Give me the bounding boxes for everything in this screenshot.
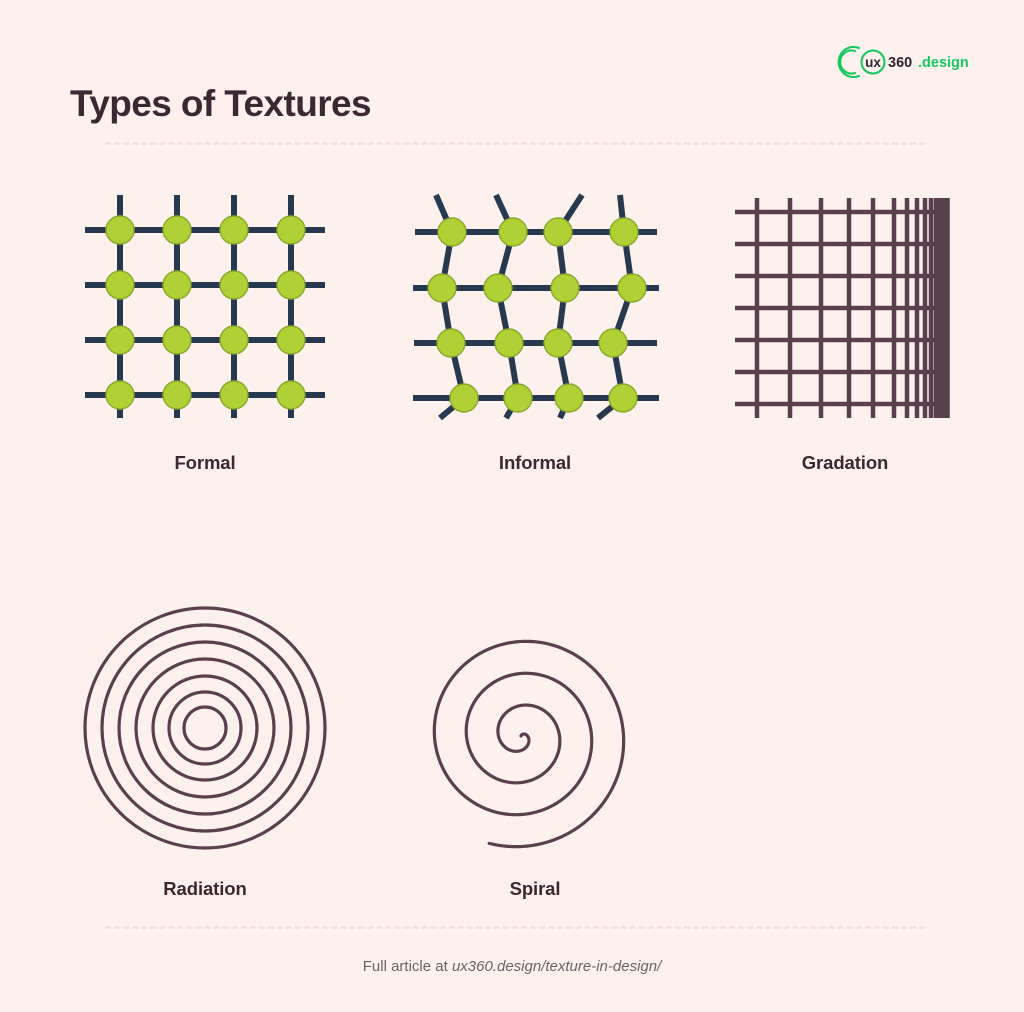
radiation-illustration xyxy=(83,605,327,850)
footer-prefix: Full article at xyxy=(362,958,452,975)
figure-radiation xyxy=(40,595,370,860)
divider-top xyxy=(105,142,925,145)
figure-informal xyxy=(370,180,700,430)
texture-card-informal: Informal xyxy=(370,180,700,490)
texture-row-1: Formal Informal Gradation xyxy=(0,180,1024,490)
texture-card-formal: Formal xyxy=(40,180,370,490)
logo-text-360: 360 xyxy=(888,55,912,71)
texture-label-informal: Informal xyxy=(498,452,572,473)
gradation-grid-illustration xyxy=(735,198,950,418)
formal-grid-illustration xyxy=(85,195,325,418)
figure-spiral xyxy=(370,595,700,860)
texture-row-2: Radiation Spiral xyxy=(0,595,1024,915)
texture-card-spiral: Spiral xyxy=(370,595,700,915)
footer-url[interactable]: ux360.design/texture-in-design/ xyxy=(452,958,661,975)
footer-note: Full article at ux360.design/texture-in-… xyxy=(0,958,1024,975)
page-title: Types of Textures xyxy=(70,82,372,124)
texture-label-radiation: Radiation xyxy=(163,878,247,899)
texture-label-formal: Formal xyxy=(174,452,236,473)
texture-label-gradation: Gradation xyxy=(801,452,889,473)
spiral-illustration xyxy=(432,639,626,848)
texture-label-spiral: Spiral xyxy=(509,878,561,899)
infographic-canvas: Types of Textures ux 360 .design Formal … xyxy=(0,0,1024,1012)
logo-text-domain: .design xyxy=(918,55,969,71)
informal-grid-illustration xyxy=(413,193,659,421)
ux360-logo[interactable]: ux 360 .design xyxy=(837,40,969,84)
logo-text-ux: ux xyxy=(865,55,881,70)
texture-card-radiation: Radiation xyxy=(40,595,370,915)
figure-formal xyxy=(40,180,370,430)
divider-bottom xyxy=(105,926,925,929)
texture-grid: Formal Informal Gradation Radiation Spir… xyxy=(0,180,1024,915)
texture-card-gradation: Gradation xyxy=(700,180,990,490)
logo-mark: ux 360 .design xyxy=(837,45,969,79)
figure-gradation xyxy=(700,180,990,430)
